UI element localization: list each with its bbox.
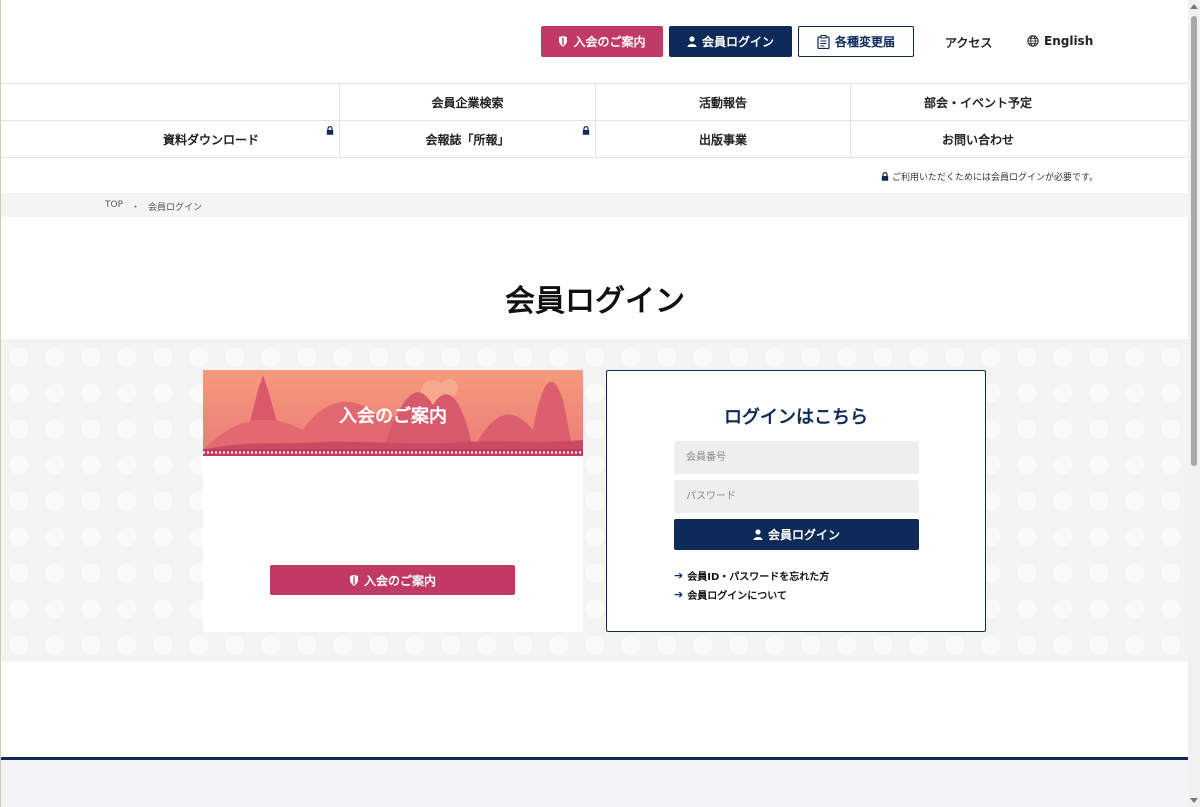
join-info-label: 入会のご案内 (573, 35, 646, 49)
browser-viewport: 入会のご案内 会員ログイン 各種変更届 アクセス English 会員企業検索 … (0, 0, 1188, 807)
site-footer (1, 760, 1188, 807)
page-title: 会員ログイン (505, 284, 685, 319)
nav-item-label: 会員企業検索 (431, 96, 504, 110)
nav-item-bulletin[interactable]: 会報誌「所報」 (339, 121, 595, 158)
arrow-right-icon: ➔ (674, 588, 684, 601)
nav-item-publishing[interactable]: 出版事業 (595, 121, 850, 158)
login-card: ログインはこちら 会員ログイン ➔ 会員ID・パスワードを忘れた方 ➔ 会員ログ… (606, 370, 986, 632)
nav-item-label: 会報誌「所報」 (425, 133, 510, 147)
login-submit-label: 会員ログイン (767, 528, 840, 542)
join-banner-image: 入会のご案内 (203, 370, 583, 456)
nav-item-label: 部会・イベント予定 (923, 96, 1032, 110)
arrow-right-icon: ➔ (674, 569, 684, 582)
pattern-background (1, 339, 1188, 662)
breadcrumb-current: 会員ログイン (148, 203, 203, 213)
about-login-label: 会員ログインについて (687, 591, 787, 602)
nav-item-events[interactable]: 部会・イベント予定 (850, 84, 1105, 121)
nav-item-contact[interactable]: お問い合わせ (850, 121, 1105, 158)
login-card-title: ログインはこちら (724, 407, 868, 428)
scroll-down-arrow-icon[interactable] (1190, 798, 1198, 803)
clipboard-icon (817, 34, 830, 49)
join-card-title: 入会のご案内 (339, 406, 447, 427)
english-link[interactable]: English (1027, 34, 1093, 48)
breadcrumb-bar: TOP ・ 会員ログイン (1, 193, 1188, 217)
breadcrumb-home[interactable]: TOP (105, 200, 123, 213)
nav-row-2: 資料ダウンロード 会報誌「所報」 出版事業 お問い合わせ (1, 121, 1188, 158)
join-info-card-button-label: 入会のご案内 (363, 573, 436, 588)
login-required-note: ご利用いただくためには会員ログインが必要です。 (881, 170, 1098, 183)
breadcrumb-separator: ・ (131, 203, 141, 213)
nav-item-label: 活動報告 (698, 96, 747, 110)
nav-item-member-search[interactable]: 会員企業検索 (339, 84, 595, 121)
access-link[interactable]: アクセス (945, 34, 992, 51)
nav-item-activity-report[interactable]: 活動報告 (595, 84, 850, 121)
member-login-label: 会員ログイン (701, 35, 774, 49)
scrollbar-thumb[interactable] (1191, 16, 1197, 466)
about-login-link[interactable]: ➔ 会員ログインについて (674, 587, 787, 602)
login-required-text: ご利用いただくためには会員ログインが必要です。 (892, 173, 1099, 183)
nav-item-label: 資料ダウンロード (162, 133, 259, 147)
access-label: アクセス (945, 36, 993, 50)
shield-icon (349, 574, 358, 586)
nav-item-label: 出版事業 (698, 133, 747, 147)
user-icon (753, 529, 763, 540)
forgot-password-link[interactable]: ➔ 会員ID・パスワードを忘れた方 (674, 568, 829, 583)
shield-icon (559, 36, 568, 47)
breadcrumb: TOP ・ 会員ログイン (105, 200, 202, 213)
join-card: 入会のご案内 入会のご案内 (203, 370, 583, 632)
scroll-up-arrow-icon[interactable] (1190, 4, 1198, 9)
globe-icon (1027, 35, 1039, 47)
site-header: 入会のご案内 会員ログイン 各種変更届 アクセス English (1, 0, 1188, 84)
join-info-button[interactable]: 入会のご案内 (541, 26, 663, 57)
member-id-input[interactable] (674, 441, 919, 474)
join-info-card-button[interactable]: 入会のご案内 (270, 565, 515, 595)
nav-row-1: 会員企業検索 活動報告 部会・イベント予定 (1, 84, 1188, 121)
change-notification-button[interactable]: 各種変更届 (798, 26, 914, 57)
lock-icon (881, 172, 889, 181)
nav-item-label: お問い合わせ (941, 133, 1014, 147)
forgot-password-label: 会員ID・パスワードを忘れた方 (687, 572, 830, 583)
lock-icon (582, 126, 590, 135)
change-notification-label: 各種変更届 (834, 35, 895, 49)
user-icon (687, 36, 697, 47)
member-login-button[interactable]: 会員ログイン (669, 26, 792, 57)
login-submit-button[interactable]: 会員ログイン (674, 519, 919, 550)
vertical-scrollbar[interactable] (1188, 0, 1200, 807)
password-input[interactable] (674, 480, 919, 513)
lock-icon (326, 126, 334, 135)
nav-item-downloads[interactable]: 資料ダウンロード (83, 121, 339, 158)
english-label: English (1044, 34, 1094, 48)
